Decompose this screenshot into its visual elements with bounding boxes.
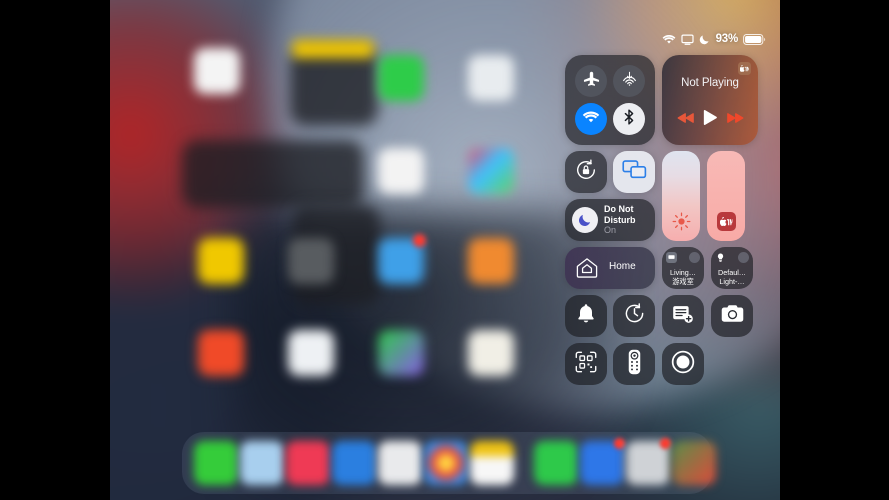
airplane-mode-toggle[interactable] [575,65,607,97]
status-dot-icon [689,252,700,263]
home-app-icon[interactable] [288,238,334,284]
dock-app-icon[interactable] [534,441,578,485]
dock-app-icon[interactable] [470,441,514,485]
home-app-icon[interactable] [198,330,244,376]
dock-app-icon[interactable] [194,441,238,485]
home-tile-icons [715,252,749,263]
brightness-slider[interactable] [662,151,700,241]
screen-record-icon [671,350,695,379]
dock-app-badge [660,438,671,449]
home-tile-room: Light-… [719,277,745,286]
screenshot-root: 93% Not Playing Do Not Disturb On Home L… [0,0,889,500]
now-playing-title: Not Playing [681,77,739,89]
rotation-lock-button[interactable] [565,151,607,193]
airplane-icon [583,70,600,92]
home-app-icon[interactable] [288,330,334,376]
home-widget-top [290,48,378,126]
dock-app-badge [614,438,625,449]
do-not-disturb-title: Do Not Disturb [604,204,636,225]
alarm-bell-icon [576,303,596,329]
home-tile-name: Living… [670,268,696,277]
dock-app-icon[interactable] [240,441,284,485]
now-playing-module[interactable]: Not Playing [662,55,758,145]
home-label: Home [609,261,636,272]
battery-percent-label: 93% [715,33,739,45]
camera-button[interactable] [711,295,753,337]
status-dot-icon [738,252,749,263]
home-accessory-tile[interactable]: Defaul… Light-… [711,247,753,289]
timer-button[interactable] [613,295,655,337]
airdrop-toggle[interactable] [613,65,645,97]
battery-icon [743,33,766,45]
moon-icon [699,34,710,45]
home-app-icon[interactable] [378,55,424,101]
home-app-icon[interactable] [468,55,514,101]
do-not-disturb-module[interactable]: Do Not Disturb On [565,199,655,241]
dock-app-icon[interactable] [424,441,468,485]
home-widget-top-header [292,40,374,58]
home-app-icon[interactable] [194,48,240,94]
play-icon[interactable] [703,109,718,131]
ipad-viewport: 93% Not Playing Do Not Disturb On Home L… [110,0,780,500]
do-not-disturb-status: On [604,225,617,235]
screen-mirroring-button[interactable] [613,151,655,193]
home-tile-icons [666,252,700,263]
bluetooth-toggle[interactable] [613,103,645,135]
home-app-icon[interactable] [378,148,424,194]
home-icon [575,256,599,285]
status-bar: 93% [662,33,766,45]
alarm-button[interactable] [565,295,607,337]
wifi-icon [582,110,600,129]
notes-icon [672,304,694,329]
bluetooth-icon [621,108,637,131]
dock-app-icon[interactable] [332,441,376,485]
appletv-icon [716,212,736,231]
control-center: Not Playing Do Not Disturb On Home Livin… [565,55,758,393]
media-controls [662,109,758,131]
camera-icon [721,304,744,328]
airdrop-icon [621,70,638,92]
lightbulb-icon [715,252,726,263]
dock [182,432,716,494]
rewind-icon[interactable] [677,111,694,129]
home-app-icon[interactable] [468,238,514,284]
timer-icon [624,303,645,329]
rotation-lock-icon [574,158,598,187]
apple-tv-remote-icon [628,349,641,380]
dock-app-icon[interactable] [672,441,716,485]
home-tile-text: Living… 游戏室 [662,268,704,286]
home-app-badge [413,234,426,247]
home-app-icon[interactable] [198,238,244,284]
screen-mirroring-icon [621,159,647,185]
wifi-icon [662,34,676,45]
volume-slider-icon [707,212,745,231]
dock-app-icon[interactable] [378,441,422,485]
quick-note-button[interactable] [662,295,704,337]
screen-mirroring-icon [680,34,694,45]
home-app-icon[interactable] [378,330,424,376]
home-tile-name: Defaul… [718,268,746,277]
home-app-icon[interactable] [468,148,514,194]
volume-slider[interactable] [707,151,745,241]
connectivity-module [565,55,655,145]
appletv-icon [738,62,751,75]
qr-code-icon [575,351,597,378]
fast-forward-icon[interactable] [726,111,744,129]
home-module[interactable]: Home [565,247,655,289]
home-accessory-tile[interactable]: Living… 游戏室 [662,247,704,289]
do-not-disturb-text: Do Not Disturb On [604,204,655,236]
home-widget-mid [182,140,364,208]
dock-app-icon[interactable] [286,441,330,485]
wifi-toggle[interactable] [575,103,607,135]
screen-recording-button[interactable] [662,343,704,385]
home-tile-text: Defaul… Light-… [711,268,753,286]
home-tile-room: 游戏室 [672,277,694,286]
home-app-icon[interactable] [468,330,514,376]
code-scanner-button[interactable] [565,343,607,385]
apple-tv-remote-button[interactable] [613,343,655,385]
moon-icon [572,207,598,233]
brightness-icon [662,212,700,231]
tv-accessory-icon [666,252,677,263]
